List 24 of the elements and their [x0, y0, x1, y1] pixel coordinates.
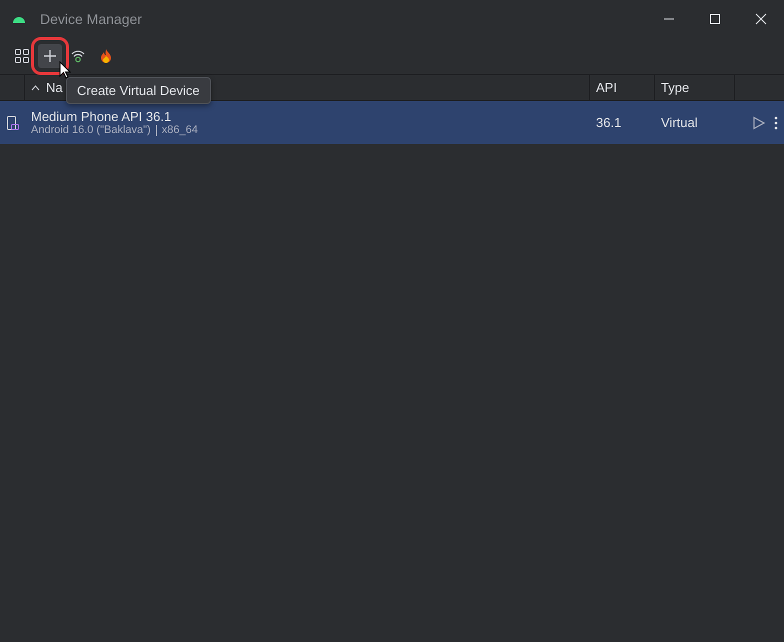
sort-icon[interactable] — [31, 84, 40, 90]
cursor-icon — [59, 61, 71, 79]
column-header[interactable]: Type — [661, 80, 690, 95]
phone-icon — [6, 114, 20, 130]
more-icon[interactable] — [774, 116, 778, 130]
plus-icon — [43, 49, 57, 63]
close-icon[interactable] — [755, 13, 767, 25]
window-title: Device Manager — [40, 11, 142, 27]
add-button[interactable] — [38, 44, 62, 68]
android-icon — [12, 14, 26, 24]
api-level: 36.1 — [596, 115, 622, 130]
play-icon[interactable] — [752, 116, 766, 130]
flame-icon[interactable] — [98, 48, 114, 64]
grid-icon[interactable] — [14, 48, 30, 64]
tooltip: Create Virtual Device — [66, 77, 211, 104]
device-abi: x86_64 — [162, 124, 198, 136]
column-header[interactable]: Na — [46, 80, 63, 95]
column-header[interactable]: API — [596, 80, 617, 95]
wifi-icon[interactable] — [70, 48, 86, 64]
device-type: Virtual — [661, 115, 698, 130]
maximize-icon[interactable] — [709, 13, 721, 25]
device-name: Medium Phone API 36.1 — [31, 109, 172, 124]
device-version: Android 16.0 ("Baklava") — [31, 124, 151, 136]
device-row[interactable]: Medium Phone API 36.1 Android 16.0 ("Baklava") x86_64 36.1 Virtual — [0, 101, 784, 144]
